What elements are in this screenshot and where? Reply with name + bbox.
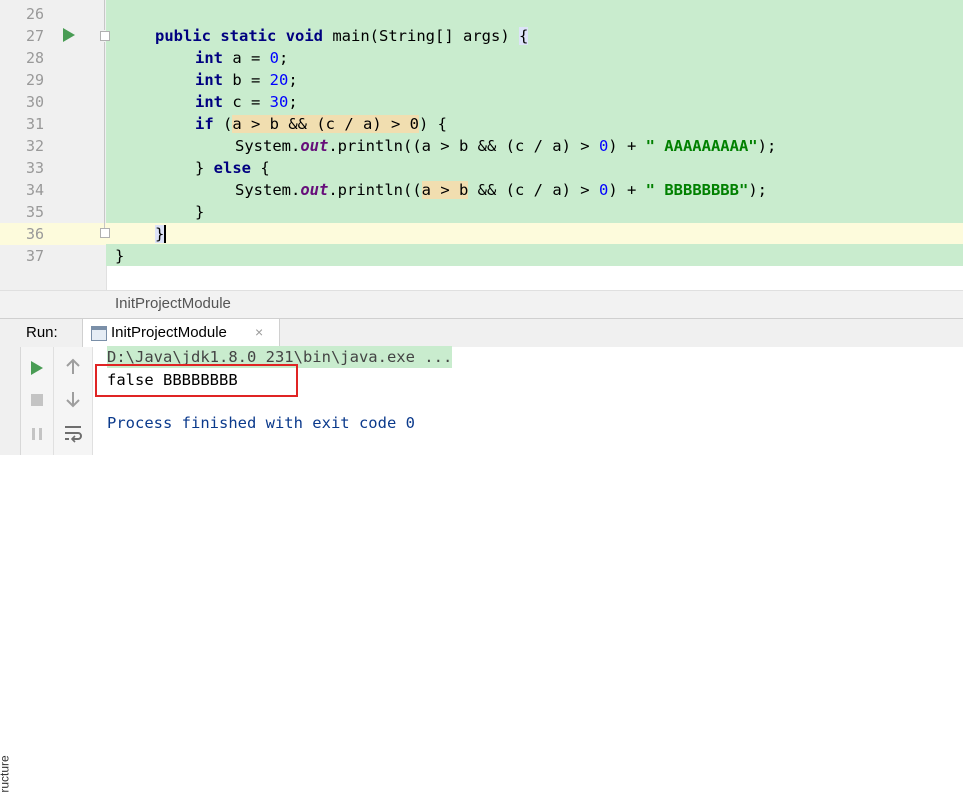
keyword: public [155,27,211,45]
code-text: ) + [608,181,646,199]
run-tool-window-header: Run: InitProjectModule × [0,318,963,348]
run-toolbar [21,347,54,455]
line-number: 26 [25,5,44,23]
soft-wrap-icon[interactable] [61,423,85,443]
code-line-33: } else { [195,157,270,179]
text-caret [164,225,166,243]
code-text: ); [757,137,777,155]
highlighted-condition: a > b && (c / a) > 0 [232,115,419,133]
scroll-down-icon[interactable] [61,389,85,409]
line-number: 28 [25,49,44,67]
close-icon[interactable]: × [255,324,263,340]
fold-guide [104,42,105,228]
breadcrumb-item[interactable]: InitProjectModule [115,295,231,312]
current-line-highlight [0,223,963,245]
code-text: ; [279,49,289,67]
keyword: else [213,159,251,177]
run-icon[interactable] [25,359,49,377]
keyword: int [195,93,223,111]
fold-marker-icon[interactable] [100,228,110,238]
line-number: 32 [25,137,44,155]
keyword: void [285,27,324,45]
line-number: 33 [25,159,44,177]
code-text: ( [213,115,233,133]
side-tool-strip: ructure [0,347,21,793]
highlighted-expression: a > b [421,181,469,199]
matched-brace: } [155,225,165,243]
console-toolbar [54,347,93,455]
code-text: b = [223,71,270,89]
stop-icon[interactable] [25,391,49,409]
run-tab-label: InitProjectModule [111,324,227,341]
code-text: System. [235,181,301,199]
code-text: .println((a > b && (c / a) > [328,137,599,155]
code-line-27: public static void main(String[] args) { [155,25,529,47]
number-literal: 0 [269,49,280,67]
code-line-32: System.out.println((a > b && (c / a) > 0… [235,135,776,157]
code-line-28: int a = 0; [195,47,288,69]
number-literal: 0 [598,137,609,155]
run-label: Run: [26,324,58,341]
string-literal: " AAAAAAAAA" [645,137,758,155]
code-text: ; [288,71,298,89]
keyword: int [195,49,223,67]
code-text: main(String[] args) [323,27,519,45]
code-text: ) { [418,115,447,133]
code-text: c = [223,93,270,111]
code-editor[interactable]: 26 27 28 29 30 31 32 33 34 35 36 37 publ… [0,0,963,290]
line-number: 29 [25,71,44,89]
line-number: 35 [25,203,44,221]
code-text: ) + [608,137,646,155]
number-literal: 20 [269,71,289,89]
code-text: && (c / a) > [468,181,599,199]
code-text: ); [748,181,767,199]
keyword: if [195,115,214,133]
pause-icon[interactable] [25,425,49,443]
code-text: ; [288,93,298,111]
number-literal: 0 [598,181,609,199]
line-number: 34 [25,181,44,199]
matched-brace: { [518,27,529,45]
code-line-34: System.out.println((a > b && (c / a) > 0… [235,179,767,201]
run-tab-initprojectmodule[interactable]: InitProjectModule × [82,319,280,347]
fold-guide [104,0,105,30]
code-line-30: int c = 30; [195,91,298,113]
static-field: out [300,181,329,199]
highlight-annotation-box [95,364,298,397]
code-line-37: } [115,247,125,265]
structure-tool-tab[interactable]: ructure [0,755,12,792]
code-text: { [251,159,270,177]
keyword: int [195,71,223,89]
line-number: 37 [25,247,44,265]
fold-marker-icon[interactable] [100,31,110,41]
code-line-36: } [155,223,165,245]
code-text: a = [223,49,270,67]
code-text: .println(( [328,181,422,199]
line-number: 36 [25,225,44,243]
code-line-29: int b = 20; [195,69,298,91]
run-main-icon[interactable] [63,28,75,42]
static-field: out [300,137,329,155]
string-literal: " BBBBBBBB" [645,181,749,199]
scroll-up-icon[interactable] [61,357,85,377]
keyword: static [220,27,277,45]
line-number: 31 [25,115,44,133]
line-number: 27 [25,27,44,45]
code-text: System. [235,137,301,155]
code-line-31: if (a > b && (c / a) > 0) { [195,113,447,135]
console-exit-message: Process finished with exit code 0 [107,414,415,432]
application-icon [91,326,107,341]
line-number: 30 [25,93,44,111]
breadcrumb[interactable]: InitProjectModule [0,290,963,318]
code-text: } [195,159,214,177]
code-line-35: } [195,203,205,221]
code-highlight-region-bottom [106,244,963,266]
number-literal: 30 [269,93,289,111]
